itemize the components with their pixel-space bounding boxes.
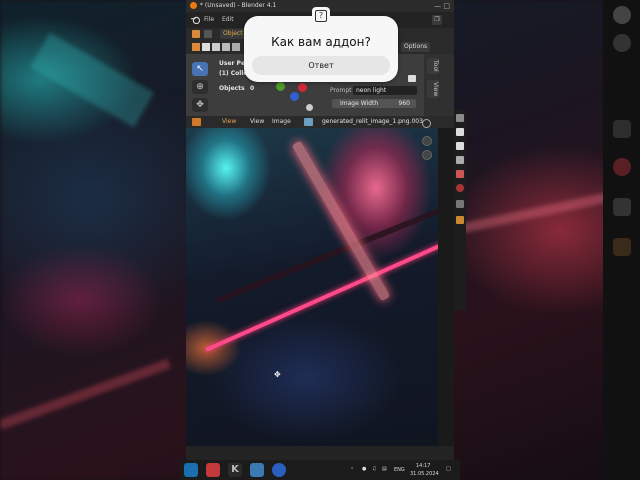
cursor-tool-icon[interactable]: ⊕ — [192, 80, 208, 94]
clock-time[interactable]: 14:17 — [416, 463, 430, 469]
tab-view[interactable]: View — [427, 80, 439, 99]
window-title: * (Unsaved) - Blender 4.1 — [200, 2, 277, 9]
select-mode-icon-3[interactable] — [222, 43, 230, 51]
options-dropdown[interactable]: Options — [401, 42, 431, 52]
share-icon[interactable] — [613, 6, 631, 24]
answer-button[interactable]: Ответ — [252, 56, 390, 75]
folder-icon[interactable] — [408, 75, 416, 82]
clock-date[interactable]: 31.05.2024 — [410, 471, 439, 477]
feedback-popup: ? Как вам аддон? Ответ — [244, 7, 398, 82]
image-filename[interactable]: generated_relit_image_1.png.003 — [322, 116, 423, 128]
menu-view[interactable]: View — [250, 116, 264, 128]
mode-dropdown[interactable]: Object — [220, 29, 246, 39]
image-width-value: 960 — [398, 100, 410, 107]
window-controls[interactable]: — □ — [434, 0, 450, 12]
popup-question: Как вам аддон? — [271, 35, 371, 49]
select-mode-icon-2[interactable] — [212, 43, 220, 51]
shield-icon[interactable] — [422, 119, 431, 128]
editor-type-icon[interactable] — [192, 30, 200, 38]
prompt-label: Prompt — [330, 87, 352, 94]
world-icon[interactable] — [613, 158, 631, 176]
tray-chevron-icon[interactable]: ⌃ — [350, 467, 354, 473]
right-edge-panel — [603, 0, 640, 480]
objects-label: Objects — [219, 85, 245, 92]
select-tool-icon[interactable]: ↖ — [192, 62, 208, 76]
viewport-collection-label: (1) Colle — [219, 70, 248, 77]
tool-column: ↖ ⊕ ✥ — [190, 56, 210, 114]
menu-image[interactable]: Image — [272, 116, 291, 128]
world-props-icon[interactable] — [456, 184, 464, 192]
image-editor-type-icon[interactable] — [192, 118, 201, 126]
grid-icon[interactable] — [613, 238, 631, 256]
question-icon: ? — [315, 10, 327, 22]
menu-edit[interactable]: Edit — [222, 12, 234, 28]
properties-tab-strip — [454, 110, 466, 310]
printer-icon[interactable] — [613, 198, 631, 216]
image-width-slider[interactable]: Image Width 960 — [332, 99, 416, 108]
generated-image-preview[interactable]: ✥ — [186, 128, 438, 446]
blender-logo-icon — [190, 2, 197, 9]
camera-icon[interactable] — [613, 120, 631, 138]
scene-props-icon[interactable] — [456, 170, 464, 178]
sidebar-tabs: Tool View — [424, 54, 454, 116]
view-layer-icon[interactable] — [456, 156, 464, 164]
zoom-icon[interactable] — [306, 104, 313, 111]
blender-menu-icon[interactable] — [191, 16, 200, 24]
microphone-icon[interactable]: ● — [362, 466, 366, 472]
gizmo-z-axis-icon[interactable] — [290, 92, 299, 101]
language-indicator[interactable]: ENG — [394, 467, 405, 473]
output-props-icon[interactable] — [456, 142, 464, 150]
image-editor-header: View View Image generated_relit_image_1.… — [186, 116, 454, 128]
pan-icon[interactable] — [422, 150, 432, 160]
menu-file[interactable]: File — [204, 12, 214, 28]
cursor-crosshair-icon: ✥ — [274, 370, 281, 379]
select-mode-icon[interactable] — [202, 43, 210, 51]
image-width-label: Image Width — [340, 100, 379, 107]
image-browse-icon[interactable] — [304, 118, 313, 126]
popup-badge: ? — [312, 7, 330, 25]
gizmo-x-axis-icon[interactable] — [298, 83, 307, 92]
transform-icon[interactable] — [192, 43, 200, 51]
view-dropdown[interactable]: View — [222, 116, 236, 128]
hand-icon[interactable] — [613, 34, 631, 52]
windows-taskbar: K ⌃ ● ♫ ▤ ENG 14:17 31.05.2024 □ — [180, 460, 460, 480]
render-props-icon[interactable] — [456, 128, 464, 136]
objects-count: 0 — [250, 85, 255, 92]
copy-icon[interactable]: ❐ — [432, 15, 442, 25]
move-tool-icon[interactable]: ✥ — [192, 98, 208, 112]
image-scrollbar[interactable] — [438, 128, 454, 446]
texture-props-icon[interactable] — [456, 216, 464, 224]
gizmo-y-axis-icon[interactable] — [276, 82, 285, 91]
volume-icon[interactable]: ♫ — [372, 466, 376, 472]
w-app-icon[interactable] — [272, 463, 286, 477]
app-icon-red[interactable] — [206, 463, 220, 477]
tool-props-icon[interactable] — [456, 114, 464, 122]
network-icon[interactable]: ▤ — [382, 466, 387, 472]
zoom-in-icon[interactable] — [422, 136, 432, 146]
tab-tool[interactable]: Tool — [427, 58, 439, 74]
k-app-icon[interactable]: K — [228, 463, 242, 477]
status-bar — [186, 446, 454, 460]
select-mode-icon-4[interactable] — [232, 43, 240, 51]
notifications-icon[interactable]: □ — [446, 466, 451, 472]
select-box-icon[interactable] — [204, 30, 212, 38]
prompt-input[interactable]: neon light — [353, 86, 417, 95]
steam-icon[interactable] — [184, 463, 198, 477]
photos-icon[interactable] — [250, 463, 264, 477]
collection-props-icon[interactable] — [456, 200, 464, 208]
